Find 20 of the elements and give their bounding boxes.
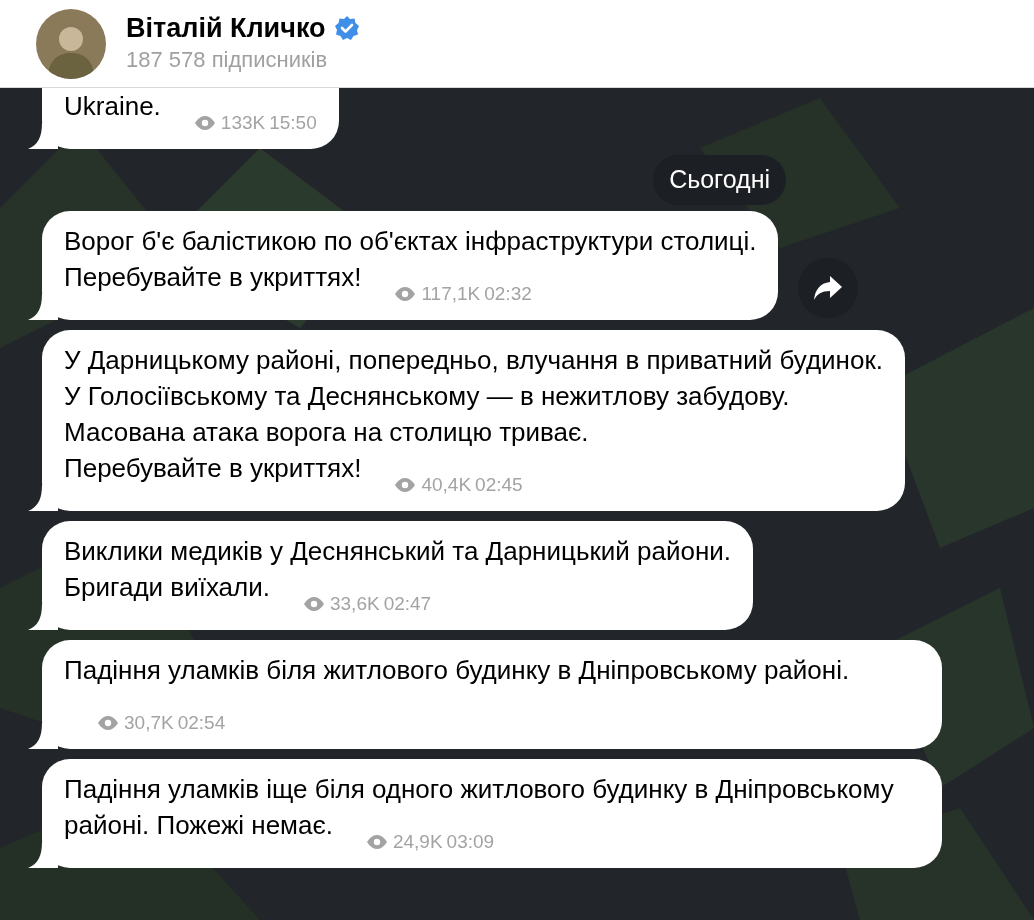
message-time: 02:47 bbox=[383, 591, 432, 616]
message-text: Падіння уламків біля житлового будинку в Дніпровському районі. bbox=[64, 654, 850, 685]
message-text: Ukraine. bbox=[64, 91, 161, 121]
date-label: Сьогодні bbox=[653, 155, 786, 205]
eye-icon bbox=[393, 476, 418, 493]
share-arrow-icon bbox=[813, 274, 844, 301]
subscriber-count: 187 578 підписників bbox=[126, 45, 329, 74]
view-count: 30,7K bbox=[124, 710, 174, 735]
channel-name: Віталій Кличко bbox=[126, 11, 326, 44]
eye-icon bbox=[302, 595, 326, 612]
view-count: 133K bbox=[220, 111, 266, 135]
eye-icon bbox=[192, 115, 217, 131]
message-time: 02:32 bbox=[484, 281, 532, 306]
message-time: 15:50 bbox=[269, 111, 317, 135]
eye-icon bbox=[364, 833, 389, 850]
eye-icon bbox=[393, 285, 418, 302]
message-time: 02:45 bbox=[475, 472, 523, 497]
eye-icon bbox=[96, 714, 120, 731]
message-time: 03:09 bbox=[446, 829, 495, 854]
message-time: 02:54 bbox=[177, 710, 226, 735]
